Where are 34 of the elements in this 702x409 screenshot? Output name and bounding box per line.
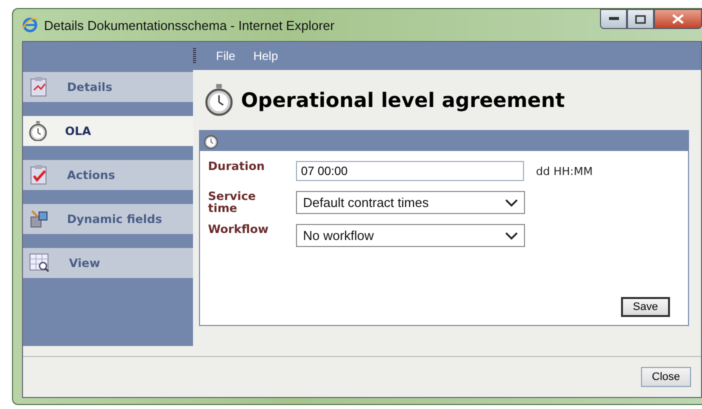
sidebar-item[interactable]: View <box>23 248 193 278</box>
maximize-button[interactable] <box>627 9 654 29</box>
stopwatch-icon <box>205 84 233 116</box>
close-dialog-button[interactable]: Close <box>640 367 691 387</box>
window-title: Details Dokumentationsschema - Internet Explorer <box>44 18 334 32</box>
close-button[interactable] <box>654 9 702 29</box>
dropdown[interactable]: No workflow <box>296 224 525 247</box>
clipboard-icon <box>29 164 49 186</box>
minimize-button[interactable] <box>600 9 627 29</box>
sidebar-item[interactable]: Dynamic fields <box>23 204 193 234</box>
field-label: Service time <box>208 191 257 214</box>
table-search-icon <box>29 253 51 273</box>
field-label: Duration <box>208 161 266 172</box>
save-button[interactable]: Save <box>620 297 670 317</box>
clipboard-icon <box>29 76 49 98</box>
chevron-down-icon <box>505 198 518 206</box>
menu-item[interactable]: Help <box>247 47 284 65</box>
sidebar-item[interactable]: Actions <box>23 160 193 190</box>
chevron-down-icon <box>505 232 518 240</box>
field-label: Workflow <box>208 224 270 236</box>
duration-field[interactable]: 07 00:00 <box>296 161 524 181</box>
form-fields-icon <box>29 209 49 229</box>
close-icon <box>672 14 684 24</box>
sidebar-item[interactable]: OLA <box>23 116 193 146</box>
page-heading: Operational level agreement <box>241 88 565 112</box>
format-hint: dd HH:MM <box>536 164 593 178</box>
stopwatch-icon <box>29 120 47 142</box>
minimize-icon <box>608 17 618 21</box>
stopwatch-icon <box>204 132 218 150</box>
sidebar-item[interactable]: Details <box>23 72 193 102</box>
dropdown[interactable]: Default contract times <box>296 191 525 214</box>
maximize-icon <box>635 14 646 24</box>
browser-logo-icon <box>22 17 38 33</box>
menu-item[interactable]: File <box>210 47 242 65</box>
